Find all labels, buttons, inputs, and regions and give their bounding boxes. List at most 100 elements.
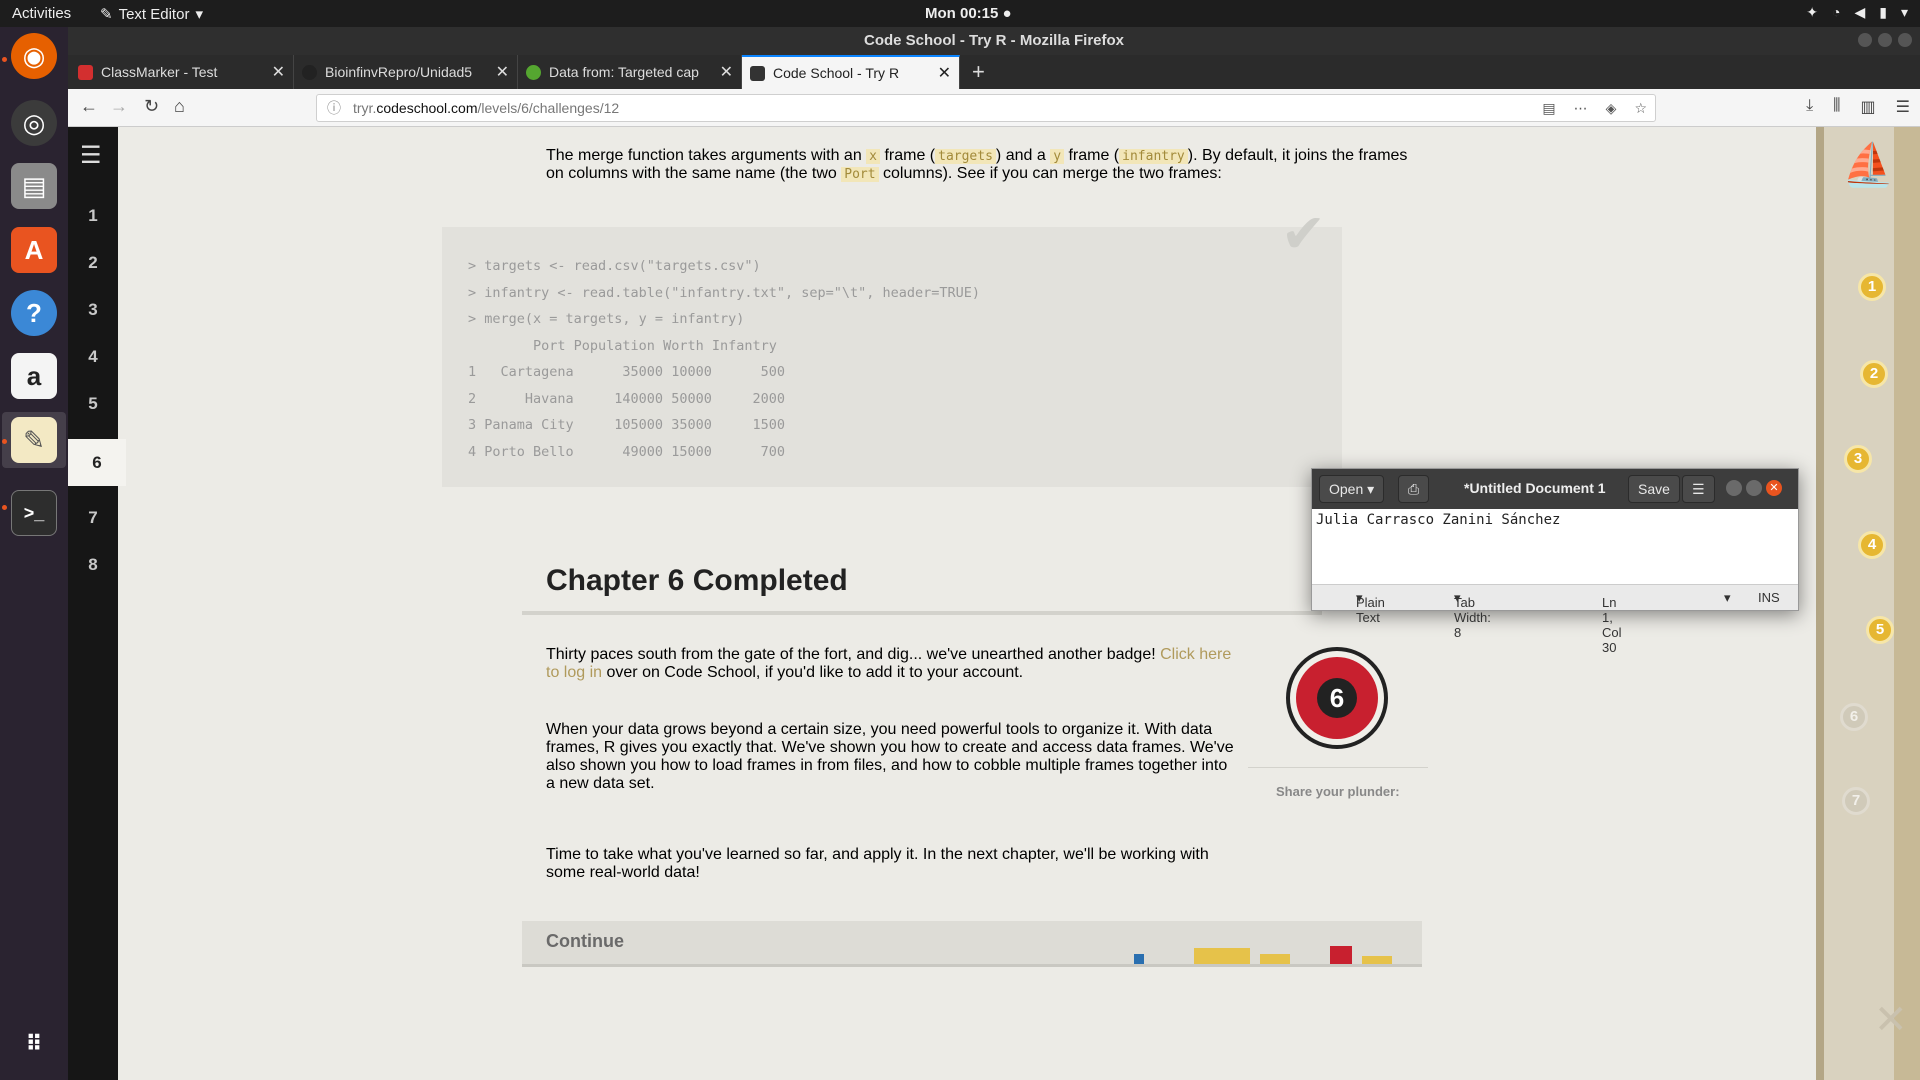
badge-paragraph: Thirty paces south from the gate of the … — [546, 646, 1236, 682]
chevron-down-icon: ▾ — [1367, 481, 1375, 497]
minimize-button[interactable] — [1858, 33, 1872, 47]
close-tab-icon[interactable]: ✕ — [272, 62, 285, 82]
rhythmbox-icon[interactable]: ◎ — [11, 100, 57, 146]
badge-number: 6 — [1317, 678, 1357, 718]
treasure-x-icon: ✕ — [1874, 998, 1908, 1042]
terminal-icon[interactable]: >_ — [11, 490, 57, 536]
chapter-link-1[interactable]: 1 — [68, 192, 118, 239]
open-button[interactable]: Open ▾ — [1319, 475, 1385, 503]
forward-icon[interactable]: → — [110, 96, 128, 117]
map-stop-4[interactable]: 4 — [1858, 531, 1886, 559]
map-stop-5[interactable]: 5 — [1866, 616, 1894, 644]
library-icon[interactable]: ⫼ — [1833, 97, 1840, 117]
files-icon[interactable]: ▤ — [11, 163, 57, 209]
dropbox-icon[interactable]: ✦ — [1806, 4, 1818, 21]
gedit-statusbar: Plain Text ▾ Tab Width: 8 ▾ Ln 1, Col 30… — [1312, 584, 1798, 655]
close-button[interactable]: ✕ — [1766, 480, 1782, 496]
chapter-link-2[interactable]: 2 — [68, 239, 118, 286]
hamburger-menu-button[interactable]: ☰ — [1682, 475, 1715, 503]
tab-strip: ClassMarker - Test ✕ BioinfinvRepro/Unid… — [68, 55, 1920, 89]
new-document-button[interactable]: ⎙ — [1398, 475, 1430, 503]
intro-text: frame ( — [880, 147, 936, 164]
map-stop-2[interactable]: 2 — [1860, 360, 1888, 388]
close-tab-icon[interactable]: ✕ — [720, 62, 733, 82]
continue-button[interactable]: Continue — [522, 921, 1422, 967]
maximize-button[interactable] — [1746, 480, 1762, 496]
app-menu[interactable]: ✎ Text Editor ▾ — [100, 5, 203, 24]
maximize-button[interactable] — [1878, 33, 1892, 47]
share-label: Share your plunder: — [1276, 784, 1400, 799]
code-line: > targets <- read.csv("targets.csv") — [468, 258, 761, 274]
window-titlebar: Code School - Try R - Mozilla Firefox — [68, 27, 1920, 55]
amazon-icon[interactable]: a — [11, 353, 57, 399]
codeschool-favicon-icon — [750, 65, 765, 81]
divider — [1248, 767, 1428, 768]
text-editor-icon[interactable]: ✎ — [11, 417, 57, 463]
show-applications-icon[interactable]: ⠿ — [11, 1021, 57, 1067]
progress-map: ⛵ 1 2 3 4 5 6 7 ✕ — [1816, 127, 1920, 1080]
summary-paragraph: When your data grows beyond a certain si… — [546, 721, 1234, 792]
close-tab-icon[interactable]: ✕ — [496, 62, 509, 82]
code-line: 2 Havana 140000 50000 2000 — [468, 390, 785, 407]
site-info-icon[interactable]: ⓘ — [327, 95, 341, 121]
map-stop-1[interactable]: 1 — [1858, 273, 1886, 301]
url-bar[interactable]: ⓘ tryr.codeschool.com/levels/6/challenge… — [316, 94, 1656, 122]
menu-icon[interactable]: ☰ — [80, 141, 102, 170]
intro-text: frame ( — [1064, 147, 1120, 164]
download-icon[interactable]: ⤓ — [1806, 97, 1813, 117]
chapter-link-4[interactable]: 4 — [68, 333, 118, 380]
system-tray[interactable]: ✦ ◔ ◀ ▮ ▾ — [1806, 4, 1908, 21]
hamburger-menu-icon[interactable]: ☰ — [1896, 97, 1910, 117]
bookmark-star-icon[interactable]: ☆ — [1634, 95, 1647, 121]
document-title: *Untitled Document 1 — [1464, 480, 1606, 496]
chevron-down-icon[interactable]: ▾ — [1724, 590, 1731, 606]
language-selector[interactable]: Plain Text ▾ — [1356, 590, 1385, 625]
software-center-icon[interactable]: A — [11, 227, 57, 273]
page-actions-icon[interactable]: ⋯ — [1574, 95, 1588, 121]
chapter-link-5[interactable]: 5 — [68, 380, 118, 427]
tab-dryad[interactable]: Data from: Targeted cap ✕ — [518, 55, 742, 89]
close-tab-icon[interactable]: ✕ — [938, 63, 951, 83]
help-icon[interactable]: ? — [11, 290, 57, 336]
back-icon[interactable]: ← — [80, 96, 98, 117]
chapter-navigation: ☰ 1 2 3 4 5 6 7 8 — [68, 127, 126, 1080]
app-menu-label: Text Editor — [118, 5, 190, 23]
minimize-button[interactable] — [1726, 480, 1742, 496]
language-label: Plain Text — [1356, 595, 1385, 625]
tab-codeschool[interactable]: Code School - Try R ✕ — [742, 55, 960, 89]
decoration-icon — [1330, 946, 1352, 964]
decoration-icon — [1362, 956, 1392, 964]
close-button[interactable] — [1898, 33, 1912, 47]
text-area[interactable]: Julia Carrasco Zanini Sánchez — [1316, 512, 1560, 528]
tab-width-selector[interactable]: Tab Width: 8 ▾ — [1454, 590, 1491, 640]
tab-github[interactable]: BioinfinvRepro/Unidad5 ✕ — [294, 55, 518, 89]
inline-code: y — [1050, 149, 1065, 164]
reader-view-icon[interactable]: ▤ — [1542, 95, 1555, 121]
running-indicator — [2, 439, 7, 444]
chapter-link-8[interactable]: 8 — [68, 541, 118, 588]
save-button[interactable]: Save — [1628, 475, 1680, 503]
insert-mode[interactable]: INS — [1758, 590, 1780, 605]
chapter-link-7[interactable]: 7 — [68, 494, 118, 541]
badge-text: over on Code School, if you'd like to ad… — [602, 664, 1024, 681]
intro-text: columns). See if you can merge the two f… — [878, 165, 1222, 182]
tab-title: Code School - Try R — [773, 65, 900, 81]
chapter-link-3[interactable]: 3 — [68, 286, 118, 333]
activities-button[interactable]: Activities — [12, 5, 71, 22]
gedit-window: Open ▾ ⎙ *Untitled Document 1 Save ☰ ✕ J… — [1311, 468, 1799, 655]
tab-classmarker[interactable]: ClassMarker - Test ✕ — [70, 55, 294, 89]
new-document-icon: ⎙ — [1408, 481, 1420, 497]
pocket-icon[interactable]: ◈ — [1606, 95, 1617, 121]
sidebar-icon[interactable]: ▥ — [1861, 97, 1876, 117]
reload-icon[interactable]: ↻ — [144, 96, 159, 117]
map-stop-7: 7 — [1842, 787, 1870, 815]
chapter-link-6[interactable]: 6 — [68, 439, 126, 486]
chevron-down-icon: ▾ — [195, 6, 203, 23]
firefox-icon[interactable]: ◉ — [11, 33, 57, 79]
home-icon[interactable]: ⌂ — [174, 96, 185, 117]
clock[interactable]: Mon 00:15 ● — [925, 5, 1012, 22]
new-tab-button[interactable]: + — [960, 55, 997, 89]
map-stop-3[interactable]: 3 — [1844, 445, 1872, 473]
battery-icon: ▮ — [1879, 4, 1887, 20]
code-output-block: ✔ > targets <- read.csv("targets.csv") > i… — [442, 207, 1342, 487]
